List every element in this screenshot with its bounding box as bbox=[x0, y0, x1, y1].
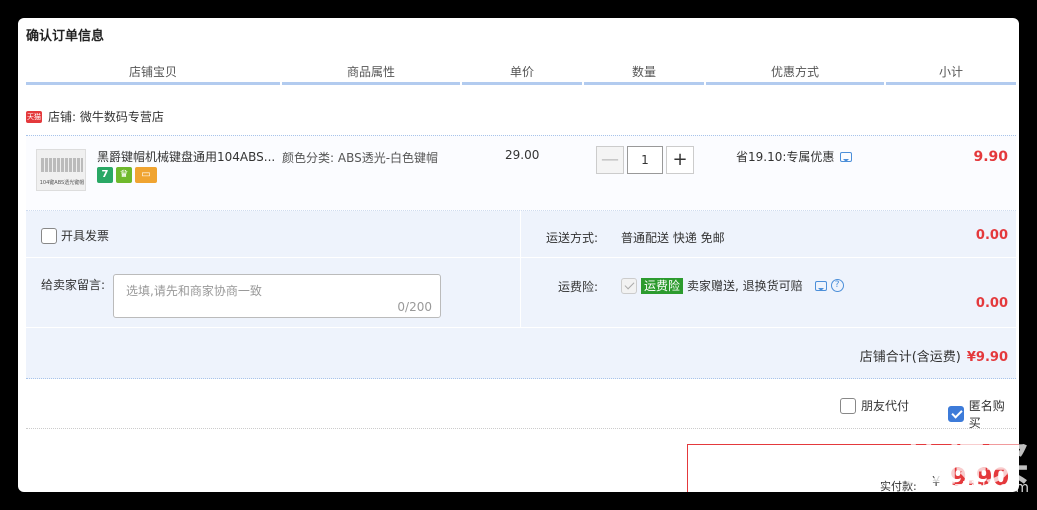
product-name-link[interactable]: 黑爵键帽机械键盘通用104ABS... bbox=[97, 148, 277, 165]
shipping-amount: 0.00 bbox=[975, 228, 1008, 243]
chat-icon[interactable] bbox=[840, 151, 853, 162]
order-options: 开具发票 运送方式: 普通配送 快递 免邮 0.00 给卖家留言: 选填,请先和… bbox=[26, 211, 1016, 379]
memo-char-count: 0/200 bbox=[397, 300, 432, 314]
payment-options-row: 朋友代付 匿名购买 bbox=[26, 379, 1016, 431]
product-thumbnail[interactable]: 104键ABS透光键帽 bbox=[36, 149, 86, 191]
anonymous-purchase-option[interactable]: 匿名购买 bbox=[948, 397, 1016, 431]
col-promotion: 优惠方式 bbox=[706, 63, 884, 85]
friend-pay-label: 朋友代付 bbox=[861, 399, 910, 413]
insurance-tag: 运费险 bbox=[641, 277, 684, 294]
unit-price: 29.00 bbox=[505, 148, 540, 162]
tmall-icon: 天猫 bbox=[26, 110, 42, 123]
insurance-checkbox bbox=[621, 277, 637, 294]
store-total-value: ¥9.90 bbox=[966, 350, 1008, 365]
divider bbox=[520, 211, 521, 327]
divider bbox=[26, 327, 1016, 328]
keyboard-image bbox=[41, 158, 83, 172]
shipping-method[interactable]: 普通配送 快递 免邮 bbox=[621, 229, 725, 246]
product-attribute: 颜色分类: ABS透光-白色键帽 bbox=[282, 151, 439, 165]
watermark-url: zhizhi.com bbox=[954, 480, 1029, 496]
divider bbox=[26, 257, 1016, 258]
anonymous-label: 匿名购买 bbox=[968, 399, 1005, 430]
quantity-input[interactable]: 1 bbox=[627, 146, 663, 174]
col-subtotal: 小计 bbox=[886, 63, 1016, 85]
seven-day-return-icon[interactable]: 7 bbox=[97, 167, 113, 183]
invoice-label: 开具发票 bbox=[61, 229, 110, 243]
store-total-label: 店铺合计(含运费) bbox=[859, 350, 961, 365]
quantity-plus-button[interactable]: + bbox=[666, 146, 694, 174]
card-payment-icon[interactable]: ▭ bbox=[135, 167, 157, 183]
shipping-label: 运送方式: bbox=[546, 231, 599, 245]
col-attribute: 商品属性 bbox=[282, 63, 460, 85]
insurance-text: 卖家赠送, 退换货可赔 bbox=[687, 279, 803, 293]
page-title: 确认订单信息 bbox=[26, 29, 105, 44]
guarantee-icon[interactable]: ♛ bbox=[116, 167, 132, 183]
friend-pay-option[interactable]: 朋友代付 bbox=[840, 397, 909, 414]
order-item-row: 104键ABS透光键帽 黑爵键帽机械键盘通用104ABS... 7 ♛ ▭ 颜色… bbox=[26, 135, 1016, 211]
item-subtotal: 9.90 bbox=[973, 149, 1008, 165]
promotion-text: 省19.10:专属优惠 bbox=[736, 150, 835, 164]
insurance-label: 运费险: bbox=[558, 280, 599, 294]
store-name[interactable]: 店铺: 微牛数码专营店 bbox=[48, 108, 164, 125]
promotion-info: 省19.10:专属优惠 bbox=[736, 148, 853, 165]
invoice-checkbox[interactable] bbox=[41, 227, 57, 244]
service-badges: 7 ♛ ▭ bbox=[97, 167, 157, 183]
thumbnail-caption: 104键ABS透光键帽 bbox=[39, 180, 85, 186]
store-row: 天猫 店铺: 微牛数码专营店 bbox=[26, 108, 164, 125]
chat-icon[interactable] bbox=[814, 280, 827, 291]
col-store-item: 店铺宝贝 bbox=[26, 63, 280, 85]
order-confirm-panel: 确认订单信息 店铺宝贝 商品属性 单价 数量 优惠方式 小计 天猫 店铺: 微牛… bbox=[18, 18, 1019, 492]
col-price: 单价 bbox=[462, 63, 582, 85]
insurance-option: 运费险 卖家赠送, 退换货可赔 ? bbox=[621, 277, 844, 294]
memo-placeholder: 选填,请先和商家协商一致 bbox=[126, 284, 262, 298]
quantity-minus-button[interactable]: — bbox=[596, 146, 624, 174]
memo-label: 给卖家留言: bbox=[41, 278, 106, 292]
anonymous-checkbox[interactable] bbox=[948, 406, 964, 422]
store-total: 店铺合计(含运费) ¥9.90 bbox=[860, 346, 1008, 365]
column-headers: 店铺宝贝 商品属性 单价 数量 优惠方式 小计 bbox=[26, 63, 1016, 85]
invoice-option[interactable]: 开具发票 bbox=[41, 227, 109, 244]
col-quantity: 数量 bbox=[584, 63, 704, 85]
quantity-stepper: — 1 + bbox=[596, 146, 694, 174]
insurance-amount: 0.00 bbox=[975, 296, 1008, 311]
seller-memo-textarea[interactable]: 选填,请先和商家协商一致 0/200 bbox=[113, 274, 441, 318]
help-icon[interactable]: ? bbox=[830, 279, 844, 292]
friend-pay-checkbox[interactable] bbox=[840, 397, 856, 414]
